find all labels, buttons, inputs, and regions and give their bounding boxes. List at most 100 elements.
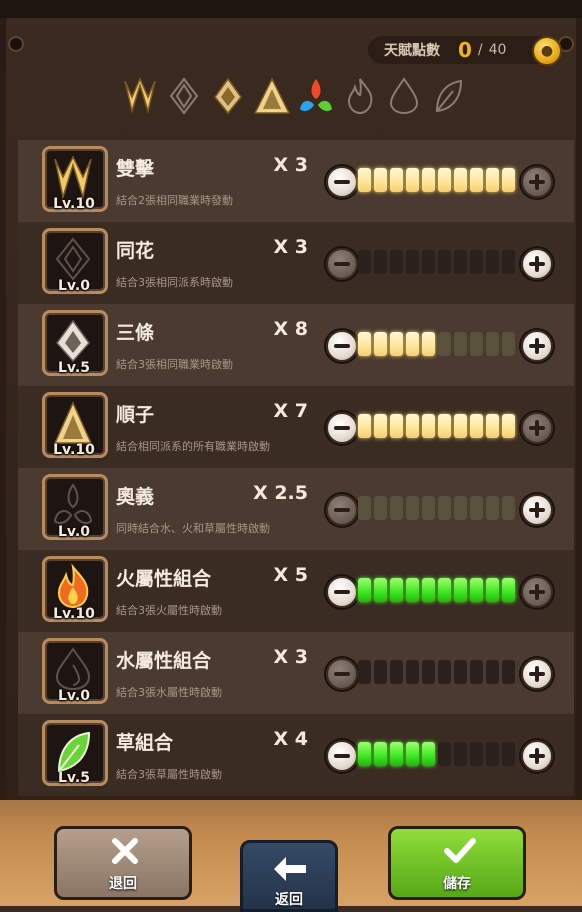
plus-button[interactable] (521, 494, 553, 526)
flower-rune-icon[interactable] (206, 74, 250, 118)
back-arrow-icon (274, 857, 306, 881)
level-cell (470, 414, 483, 438)
double-triangle-icon[interactable] (118, 74, 162, 118)
minus-button[interactable] (326, 412, 358, 444)
talent-row: Lv.0 同花 結合3張相同派系時啟動 X 3 (18, 222, 574, 304)
level-cell (486, 168, 499, 192)
level-cell (438, 742, 451, 766)
minus-button[interactable] (326, 330, 358, 362)
level-cell (422, 250, 435, 274)
level-label: Lv.0 (58, 278, 90, 294)
level-cell (454, 414, 467, 438)
level-cell (438, 414, 451, 438)
level-cell (390, 332, 403, 356)
plus-button[interactable] (521, 248, 553, 280)
level-cell (470, 496, 483, 520)
leaf-icon[interactable] (426, 74, 470, 118)
plus-icon-vertical (535, 748, 539, 764)
level-cell (470, 168, 483, 192)
talent-description: 結合3張火屬性時啟動 (116, 604, 222, 617)
talent-name: 三條 (116, 322, 155, 344)
talent-row: Lv.0 奧義 同時結合水、火和草屬性時啟動 X 2.5 (18, 468, 574, 550)
talent-name: 同花 (116, 240, 155, 262)
save-button[interactable]: 儲存 (388, 826, 526, 900)
level-cell (422, 496, 435, 520)
level-cell (470, 250, 483, 274)
talent-description: 結合3張相同派系時啟動 (116, 276, 233, 289)
minus-button[interactable] (326, 576, 358, 608)
plus-button[interactable] (521, 330, 553, 362)
talent-name: 雙擊 (116, 158, 155, 180)
diamond-rune-icon[interactable] (162, 74, 206, 118)
level-cell (374, 578, 387, 602)
talent-description: 結合3張相同職業時啟動 (116, 358, 233, 371)
talent-name: 草組合 (116, 732, 174, 754)
level-label: Lv.5 (58, 360, 90, 376)
level-cell (406, 332, 419, 356)
level-cell (358, 250, 371, 274)
coin-icon[interactable]: ● (532, 36, 562, 66)
pyramid-rune-icon[interactable] (250, 74, 294, 118)
level-cell (438, 332, 451, 356)
water-drop-icon[interactable] (382, 74, 426, 118)
level-cell (470, 332, 483, 356)
minus-button[interactable] (326, 166, 358, 198)
level-progress (358, 742, 516, 768)
talent-name: 奧義 (116, 486, 155, 508)
bottom-bar: 退回 返回 儲存 (0, 800, 582, 912)
level-label: Lv.10 (53, 442, 95, 458)
level-cell (422, 742, 435, 766)
talent-points-max: 40 (488, 42, 507, 58)
plus-button[interactable] (521, 412, 553, 444)
level-cell (406, 578, 419, 602)
save-button-label: 儲存 (443, 876, 471, 892)
level-cell (438, 496, 451, 520)
talent-points-value: 0 (458, 38, 472, 62)
minus-icon (334, 344, 350, 348)
plus-button[interactable] (521, 166, 553, 198)
talent-name: 水屬性組合 (116, 650, 212, 672)
talent-row: Lv.10 雙擊 結合2張相同職業時發動 X 3 (18, 140, 574, 222)
rivet (8, 36, 24, 52)
level-cell (454, 660, 467, 684)
level-cell (422, 578, 435, 602)
level-cell (390, 742, 403, 766)
category-icon-row (118, 74, 478, 118)
talent-points-label: 天賦點數 (384, 43, 440, 59)
level-cell (438, 168, 451, 192)
level-cell (390, 414, 403, 438)
level-label: Lv.5 (58, 770, 90, 786)
back-button[interactable]: 返回 (240, 840, 338, 912)
plus-button[interactable] (521, 740, 553, 772)
level-cell (374, 414, 387, 438)
level-cell (358, 414, 371, 438)
talent-row: Lv.10 火屬性組合 結合3張火屬性時啟動 X 5 (18, 550, 574, 632)
talent-multiplier: X 4 (273, 728, 308, 750)
level-cell (358, 578, 371, 602)
talent-description: 結合相同派系的所有職業時啟動 (116, 440, 270, 453)
reset-button-label: 退回 (109, 876, 137, 892)
level-cell (454, 250, 467, 274)
reset-button[interactable]: 退回 (54, 826, 192, 900)
top-bar (0, 0, 582, 20)
minus-icon (334, 508, 350, 512)
level-progress (358, 414, 516, 440)
minus-icon (334, 590, 350, 594)
minus-button[interactable] (326, 740, 358, 772)
fire-icon[interactable] (338, 74, 382, 118)
level-cell (454, 332, 467, 356)
element-icon[interactable] (294, 74, 338, 118)
level-cell (374, 742, 387, 766)
level-cell (486, 332, 499, 356)
minus-button[interactable] (326, 248, 358, 280)
plus-button[interactable] (521, 576, 553, 608)
level-cell (374, 332, 387, 356)
back-button-label: 返回 (275, 892, 303, 908)
minus-button[interactable] (326, 494, 358, 526)
level-cell (422, 332, 435, 356)
plus-button[interactable] (521, 658, 553, 690)
minus-button[interactable] (326, 658, 358, 690)
talent-panel: 天賦點數 0 / 40 ● Lv.10 雙擊 結合2張相同職業時發動 X 3 L… (0, 18, 582, 800)
level-cell (390, 660, 403, 684)
plus-icon-vertical (535, 584, 539, 600)
